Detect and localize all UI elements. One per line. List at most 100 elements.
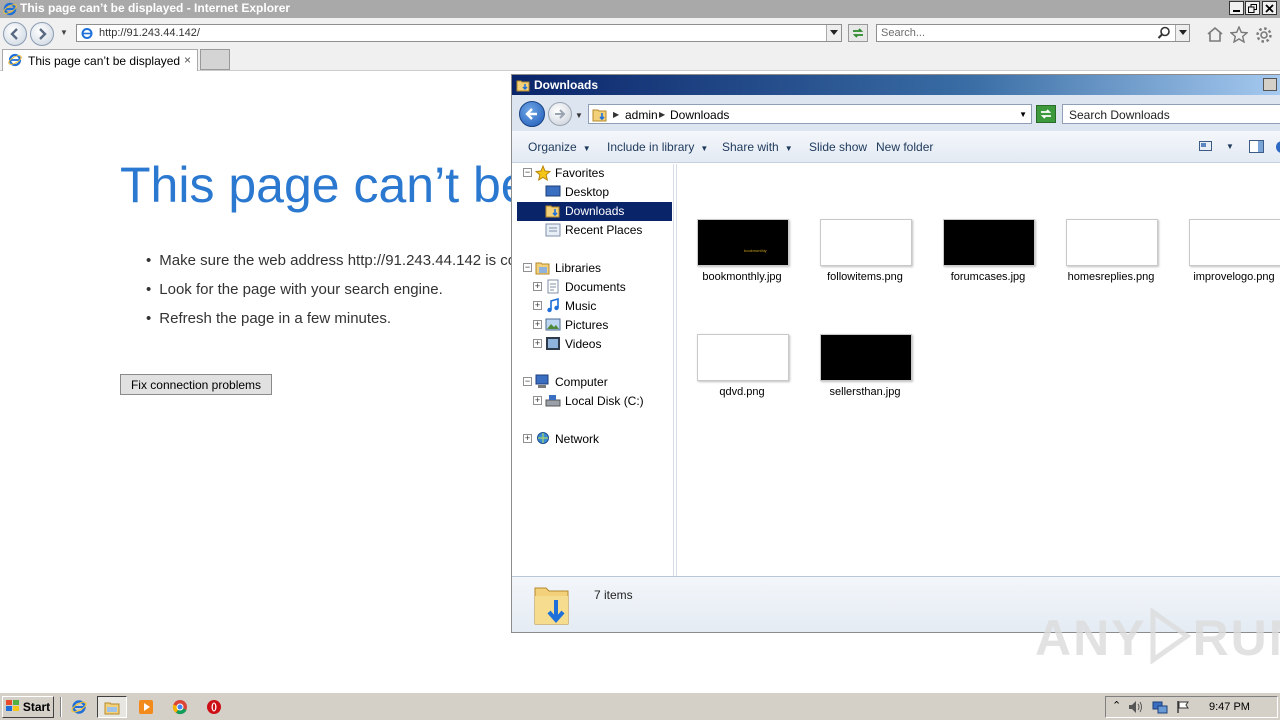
change-view-icon[interactable] — [1199, 140, 1213, 155]
back-button[interactable] — [3, 22, 27, 46]
tree-item-music[interactable]: + Music — [512, 297, 673, 316]
downloads-folder-icon — [592, 107, 608, 125]
include-in-library-label: Include in library — [607, 140, 695, 154]
show-hidden-icons-icon[interactable]: ⌃ — [1112, 699, 1121, 712]
explorer-nav-bar: ▼ ▶ admin ▶ Downloads ▼ Search Downloads — [512, 95, 1280, 131]
slide-show-button[interactable]: Slide show — [809, 140, 867, 154]
tree-item-pictures[interactable]: + Pictures — [512, 316, 673, 335]
taskbar-explorer-button[interactable] — [97, 696, 127, 718]
tab-page-icon — [8, 53, 22, 70]
expand-toggle-icon[interactable]: + — [523, 434, 532, 443]
windows-logo-icon — [5, 699, 20, 715]
breadcrumb-dropdown-icon[interactable]: ▼ — [1019, 110, 1027, 119]
fix-connection-problems-button[interactable]: Fix connection problems — [120, 374, 272, 395]
search-dropdown-icon[interactable] — [1175, 25, 1189, 41]
view-options-dropdown-icon[interactable]: ▼ — [1226, 142, 1234, 151]
breadcrumb-separator-icon[interactable]: ▶ — [659, 110, 665, 119]
downloads-folder-large-icon — [532, 582, 572, 631]
tree-item-computer[interactable]: − Computer — [512, 373, 673, 392]
file-item[interactable]: homesreplies.png — [1056, 219, 1166, 299]
breadcrumb-admin[interactable]: admin — [625, 108, 658, 122]
documents-icon — [545, 279, 561, 297]
recent-pages-dropdown-icon[interactable]: ▼ — [575, 111, 583, 120]
breadcrumb-downloads[interactable]: Downloads — [670, 108, 729, 122]
expand-toggle-icon[interactable]: + — [533, 320, 542, 329]
expand-toggle-icon[interactable]: + — [533, 339, 542, 348]
taskbar-ie-button[interactable] — [64, 696, 94, 718]
preview-pane-icon[interactable] — [1249, 140, 1265, 157]
file-item[interactable]: qdvd.png — [687, 334, 797, 414]
new-folder-button[interactable]: New folder — [876, 140, 933, 154]
tools-gear-icon[interactable] — [1255, 26, 1273, 47]
file-name: improvelogo.png — [1193, 271, 1275, 283]
taskbar-media-player-button[interactable] — [131, 696, 161, 718]
tree-item-documents[interactable]: + Documents — [512, 278, 673, 297]
breadcrumb-separator-icon[interactable]: ▶ — [613, 110, 619, 119]
explorer-back-button[interactable] — [519, 101, 545, 127]
expand-toggle-icon[interactable]: + — [533, 282, 542, 291]
action-center-flag-icon[interactable] — [1176, 700, 1190, 717]
restore-button[interactable] — [1245, 1, 1260, 15]
breadcrumb[interactable]: ▶ admin ▶ Downloads ▼ — [588, 104, 1032, 124]
explorer-minimize-button[interactable] — [1263, 78, 1277, 91]
history-dropdown-icon[interactable]: ▼ — [60, 28, 68, 37]
file-item[interactable]: sellersthan.jpg — [810, 334, 920, 414]
expand-toggle-icon[interactable]: + — [533, 396, 542, 405]
search-box[interactable]: Search... — [876, 24, 1190, 42]
file-item[interactable]: followitems.png — [810, 219, 920, 299]
navigation-pane: − Favorites Desktop Downloads Recent Pla… — [512, 164, 674, 576]
file-item[interactable]: bookmonthly bookmonthly.jpg — [687, 219, 797, 299]
tree-item-favorites[interactable]: − Favorites — [512, 164, 673, 183]
new-tab-button[interactable] — [200, 49, 230, 70]
expand-toggle-icon[interactable]: + — [533, 301, 542, 310]
error-suggestions-list: Make sure the web address http://91.243.… — [146, 252, 550, 339]
file-name: forumcases.jpg — [950, 271, 1026, 283]
tree-item-downloads[interactable]: Downloads — [517, 202, 672, 221]
tree-item-network[interactable]: + Network — [512, 430, 673, 449]
tree-item-desktop[interactable]: Desktop — [512, 183, 673, 202]
address-bar[interactable]: http://91.243.44.142/ — [76, 24, 842, 42]
file-item[interactable]: improvelogo.png — [1179, 219, 1280, 299]
file-name: qdvd.png — [719, 386, 765, 398]
explorer-search-input[interactable]: Search Downloads — [1062, 104, 1280, 124]
tree-item-libraries[interactable]: − Libraries — [512, 259, 673, 278]
help-icon[interactable] — [1275, 140, 1280, 157]
search-icon[interactable] — [1157, 26, 1171, 43]
network-icon — [535, 431, 551, 449]
minimize-button[interactable] — [1229, 1, 1244, 15]
share-with-menu[interactable]: Share with ▼ — [722, 140, 793, 154]
tree-item-videos[interactable]: + Videos — [512, 335, 673, 354]
organize-label: Organize — [528, 140, 577, 154]
file-thumbnail — [943, 219, 1035, 266]
network-status-icon[interactable] — [1152, 700, 1168, 717]
file-item[interactable]: forumcases.jpg — [933, 219, 1043, 299]
suggestion-item: Make sure the web address http://91.243.… — [146, 252, 550, 281]
forward-button[interactable] — [30, 22, 54, 46]
taskbar-chrome-button[interactable] — [165, 696, 195, 718]
close-button[interactable] — [1262, 1, 1277, 15]
file-name: followitems.png — [827, 271, 903, 283]
volume-icon[interactable] — [1128, 700, 1144, 717]
suggestion-item: Look for the page with your search engin… — [146, 281, 550, 310]
collapse-toggle-icon[interactable]: − — [523, 263, 532, 272]
collapse-toggle-icon[interactable]: − — [523, 168, 532, 177]
tree-item-recent-places[interactable]: Recent Places — [512, 221, 673, 240]
file-thumbnail — [697, 334, 789, 381]
collapse-toggle-icon[interactable]: − — [523, 377, 532, 386]
explorer-refresh-button[interactable] — [1036, 105, 1056, 123]
file-thumbnail — [1066, 219, 1158, 266]
include-in-library-menu[interactable]: Include in library ▼ — [607, 140, 708, 154]
tree-item-local-disk[interactable]: + Local Disk (C:) — [512, 392, 673, 411]
refresh-button[interactable] — [848, 24, 868, 42]
explorer-forward-button[interactable] — [548, 102, 572, 126]
tab-active[interactable]: This page can’t be displayed × — [2, 49, 198, 71]
organize-menu[interactable]: Organize ▼ — [528, 140, 591, 154]
tab-close-icon[interactable]: × — [184, 53, 191, 67]
star-icon — [534, 164, 552, 184]
address-dropdown-icon[interactable] — [826, 25, 841, 41]
thumbnail-caption: bookmonthly — [744, 248, 767, 253]
favorites-star-icon[interactable] — [1229, 25, 1249, 46]
start-button[interactable]: Start — [2, 696, 54, 718]
home-icon[interactable] — [1206, 26, 1224, 45]
taskbar-opera-button[interactable] — [199, 696, 229, 718]
